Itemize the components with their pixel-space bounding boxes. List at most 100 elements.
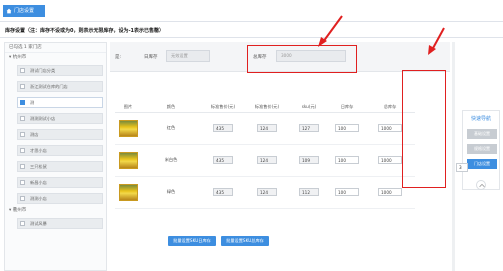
tree-item[interactable]: 测测测试小店 [5, 110, 106, 126]
vertical-scrollbar[interactable] [452, 42, 455, 271]
tree-selected-count: 已勾选 1 家门店 [5, 43, 106, 53]
color-cell: 米白色 [141, 144, 201, 177]
store-name: 三只松鼠 [30, 164, 47, 169]
table-row: 绿色 435 124 112 100 1000 [115, 176, 415, 209]
store-checkbox[interactable] [20, 164, 25, 169]
price-input[interactable]: 435 [213, 124, 233, 132]
store-item[interactable]: 测店 [17, 129, 103, 140]
store-item[interactable]: 新昌小店 [17, 177, 103, 188]
quick-nav-title: 快速导航 [470, 116, 491, 122]
highlight-total-stock-column [402, 70, 446, 188]
side-partial-input[interactable]: 3 [456, 163, 468, 172]
table-row: 红色 435 124 127 100 1000 [115, 112, 415, 145]
tree-item[interactable]: 测店 [5, 126, 106, 142]
store-checkbox[interactable] [20, 196, 25, 201]
color-cell: 绿色 [141, 176, 201, 209]
store-icon [6, 8, 12, 14]
col-sku: sku(元) [289, 102, 329, 113]
tree-group-hangzhou[interactable]: ▾ 杭州市 [5, 53, 106, 62]
store-name: 浙江测试仓库的门店 [30, 84, 68, 89]
tree-item[interactable]: 才思小店 [5, 142, 106, 158]
store-checkbox[interactable] [20, 132, 25, 137]
price-input[interactable]: 435 [213, 156, 233, 164]
stock-panel: 是: 日库存 无效设置 总库存 3000 图片 颜色 标准售价(元) 标准售价(… [110, 42, 450, 271]
batch-total-stock-button[interactable]: 批量设置SKU总库存 [221, 236, 269, 246]
price-input[interactable]: 124 [257, 124, 277, 132]
store-name: 新昌小店 [30, 180, 47, 185]
tree-group-quzhou[interactable]: ▾ 衢州市 [5, 206, 106, 215]
tab-store-settings[interactable]: 门店设置 [3, 5, 45, 17]
store-checkbox[interactable] [20, 68, 25, 73]
product-thumbnail [118, 119, 138, 137]
total-stock-cell-input[interactable]: 1000 [378, 188, 402, 196]
store-name: 测试风暴 [30, 221, 47, 226]
batch-daily-stock-button[interactable]: 批量设置SKU日库存 [168, 236, 216, 246]
daily-stock-input[interactable]: 无效设置 [166, 50, 210, 62]
store-item[interactable]: 测测小店 [17, 193, 103, 204]
store-item-selected[interactable]: 测 [17, 97, 103, 108]
store-item[interactable]: 测试风暴 [17, 218, 103, 229]
sku-input[interactable]: 109 [299, 156, 319, 164]
store-name: 测测小店 [30, 196, 47, 201]
tree-item[interactable]: 测试门店分类 [5, 62, 106, 78]
col-daily-stock: 日库存 [329, 102, 365, 113]
quick-nav-spec-settings[interactable]: 规格设置 [467, 144, 497, 154]
daily-stock-cell-input[interactable]: 100 [335, 124, 359, 132]
tree-item[interactable]: 测试风暴 [5, 215, 106, 231]
tree-item[interactable]: 三只松鼠 [5, 158, 106, 174]
store-name: 测店 [30, 132, 39, 137]
store-checkbox[interactable] [20, 180, 25, 185]
quick-nav-basic-settings[interactable]: 基础设置 [467, 129, 497, 139]
tree-item[interactable]: 测测小店 [5, 190, 106, 206]
store-checkbox[interactable] [20, 84, 25, 89]
stock-notice: 库存设置（注：库存不设或为0，则表示无限库存，设为-1表示已售罄） [5, 28, 165, 34]
arrow-icon [318, 15, 343, 47]
store-checkbox[interactable] [20, 116, 25, 121]
back-to-top-button[interactable] [476, 180, 486, 190]
tree-group-label: 衢州市 [12, 208, 27, 213]
sku-table: 图片 颜色 标准售价(元) 标准售价(元) sku(元) 日库存 总库存 红色 … [115, 102, 415, 209]
store-name: 测试门店分类 [30, 68, 56, 73]
tree-group-label: 杭州市 [12, 55, 27, 60]
daily-stock-cell-input[interactable]: 100 [335, 156, 359, 164]
store-item[interactable]: 测试门店分类 [17, 65, 103, 76]
tab-label: 门店设置 [14, 8, 35, 14]
store-item[interactable]: 测测测试小店 [17, 113, 103, 124]
store-checkbox-checked[interactable] [20, 100, 25, 105]
table-row: 米白色 435 124 109 100 1000 [115, 144, 415, 177]
daily-stock-cell-input[interactable]: 100 [335, 188, 359, 196]
top-bar: 门店设置 [0, 0, 503, 22]
store-tree: 已勾选 1 家门店 ▾ 杭州市 测试门店分类 浙江测试仓库的门店 测 测测测试小… [4, 42, 107, 271]
highlight-total-stock-filter [247, 45, 357, 73]
sku-input[interactable]: 127 [299, 124, 319, 132]
col-price-1: 标准售价(元) [201, 102, 245, 113]
store-checkbox[interactable] [20, 221, 25, 226]
col-image: 图片 [115, 102, 141, 113]
store-item[interactable]: 三只松鼠 [17, 161, 103, 172]
price-input[interactable]: 435 [213, 188, 233, 196]
daily-stock-label: 日库存 [144, 55, 158, 60]
quick-nav-panel: 快速导航 基础设置 规格设置 门店设置 [462, 110, 500, 190]
sku-input[interactable]: 112 [299, 188, 319, 196]
tree-item[interactable]: 浙江测试仓库的门店 [5, 78, 106, 94]
price-input[interactable]: 124 [257, 156, 277, 164]
store-name: 测 [30, 100, 35, 105]
filter-hint: 是: [115, 55, 122, 60]
tree-item[interactable]: 新昌小店 [5, 174, 106, 190]
store-item[interactable]: 浙江测试仓库的门店 [17, 81, 103, 92]
col-price-2: 标准售价(元) [245, 102, 289, 113]
store-item[interactable]: 才思小店 [17, 145, 103, 156]
col-color: 颜色 [141, 102, 201, 113]
product-thumbnail [118, 151, 138, 169]
product-thumbnail [118, 183, 138, 201]
store-checkbox[interactable] [20, 148, 25, 153]
quick-nav-store-settings[interactable]: 门店设置 [467, 159, 497, 169]
arrow-icon [428, 27, 445, 55]
store-name: 才思小店 [30, 148, 47, 153]
total-stock-cell-input[interactable]: 1000 [378, 156, 402, 164]
tree-item[interactable]: 测 [5, 94, 106, 110]
price-input[interactable]: 124 [257, 188, 277, 196]
total-stock-cell-input[interactable]: 1000 [378, 124, 402, 132]
color-cell: 红色 [141, 112, 201, 145]
chevron-up-icon [478, 183, 485, 187]
